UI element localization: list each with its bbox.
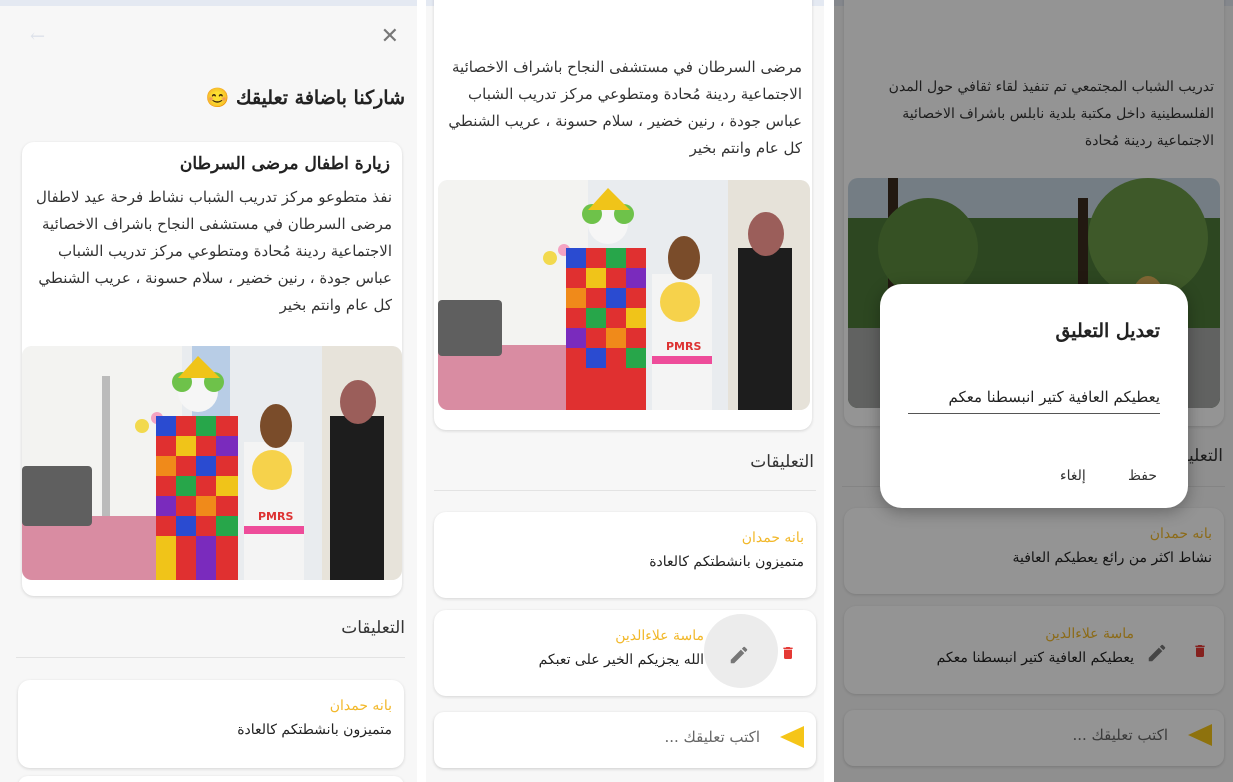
send-icon[interactable] [780,726,804,748]
panel-gap [417,0,426,782]
comment-text: متميزون بانشطتكم كالعادة [237,722,392,738]
page-title: شاركنا باضافة تعليقك 😊 [205,87,405,109]
comments-divider [434,490,816,491]
status-strip [0,0,417,6]
comments-divider [16,657,405,658]
comment-card: بانه حمدان متميزون بانشطتكم كالعادة [18,680,404,768]
comment-input-bar[interactable]: اكتب تعليقك ... [434,712,816,768]
post-photo: PMRS [438,180,810,410]
cancel-button[interactable]: إلغاء [1060,468,1086,484]
comment-author: بانه حمدان [329,698,392,714]
post-card: زيارة اطفال مرضى السرطان نفذ متطوعو مركز… [22,142,402,596]
post-photo: PMRS [22,346,402,580]
screen-edit-comment: ✕ تدريب الشباب المجتمعي تم تنفيذ لقاء ثق… [834,0,1233,782]
post-photo-image: PMRS [22,346,402,580]
post-card: مرضى السرطان في مستشفى النجاح باشراف الا… [434,0,812,430]
edit-comment-field[interactable] [908,380,1160,414]
comment-input-placeholder: اكتب تعليقك ... [664,728,760,746]
comment-card-partial [18,776,404,782]
back-arrow-icon[interactable]: ← [30,26,45,47]
screen-comments: ← ✕ مرضى السرطان في مستشفى النجاح باشراف… [426,0,824,782]
svg-text:PMRS: PMRS [666,340,701,353]
post-body: نفذ متطوعو مركز تدريب الشباب نشاط فرحة ع… [35,188,392,314]
comment-text: متميزون بانشطتكم كالعادة [649,554,804,570]
comment-author: ماسة علاءالدين [615,628,704,644]
trash-icon[interactable] [780,644,796,662]
comments-header: التعليقات [750,452,814,472]
panel-gap [824,0,834,782]
screen-add-comment: ← ✕ شاركنا باضافة تعليقك 😊 زيارة اطفال م… [0,0,417,782]
comment-text: الله يجزيكم الخير على تعبكم [538,652,704,668]
post-title: زيارة اطفال مرضى السرطان [179,154,390,174]
pencil-icon[interactable] [728,644,750,666]
comment-author: بانه حمدان [741,530,804,546]
svg-text:PMRS: PMRS [258,510,293,523]
dialog-title: تعديل التعليق [1055,320,1160,342]
close-icon[interactable]: ✕ [381,24,399,49]
comment-card: بانه حمدان متميزون بانشطتكم كالعادة [434,512,816,598]
edit-comment-dialog: تعديل التعليق حفظ إلغاء [880,284,1188,508]
post-photo-image: PMRS [438,180,810,410]
post-body: مرضى السرطان في مستشفى النجاح باشراف الا… [448,58,802,157]
comment-card-own: ماسة علاءالدين الله يجزيكم الخير على تعب… [434,610,816,696]
comments-header: التعليقات [341,618,405,638]
save-button[interactable]: حفظ [1128,468,1157,484]
